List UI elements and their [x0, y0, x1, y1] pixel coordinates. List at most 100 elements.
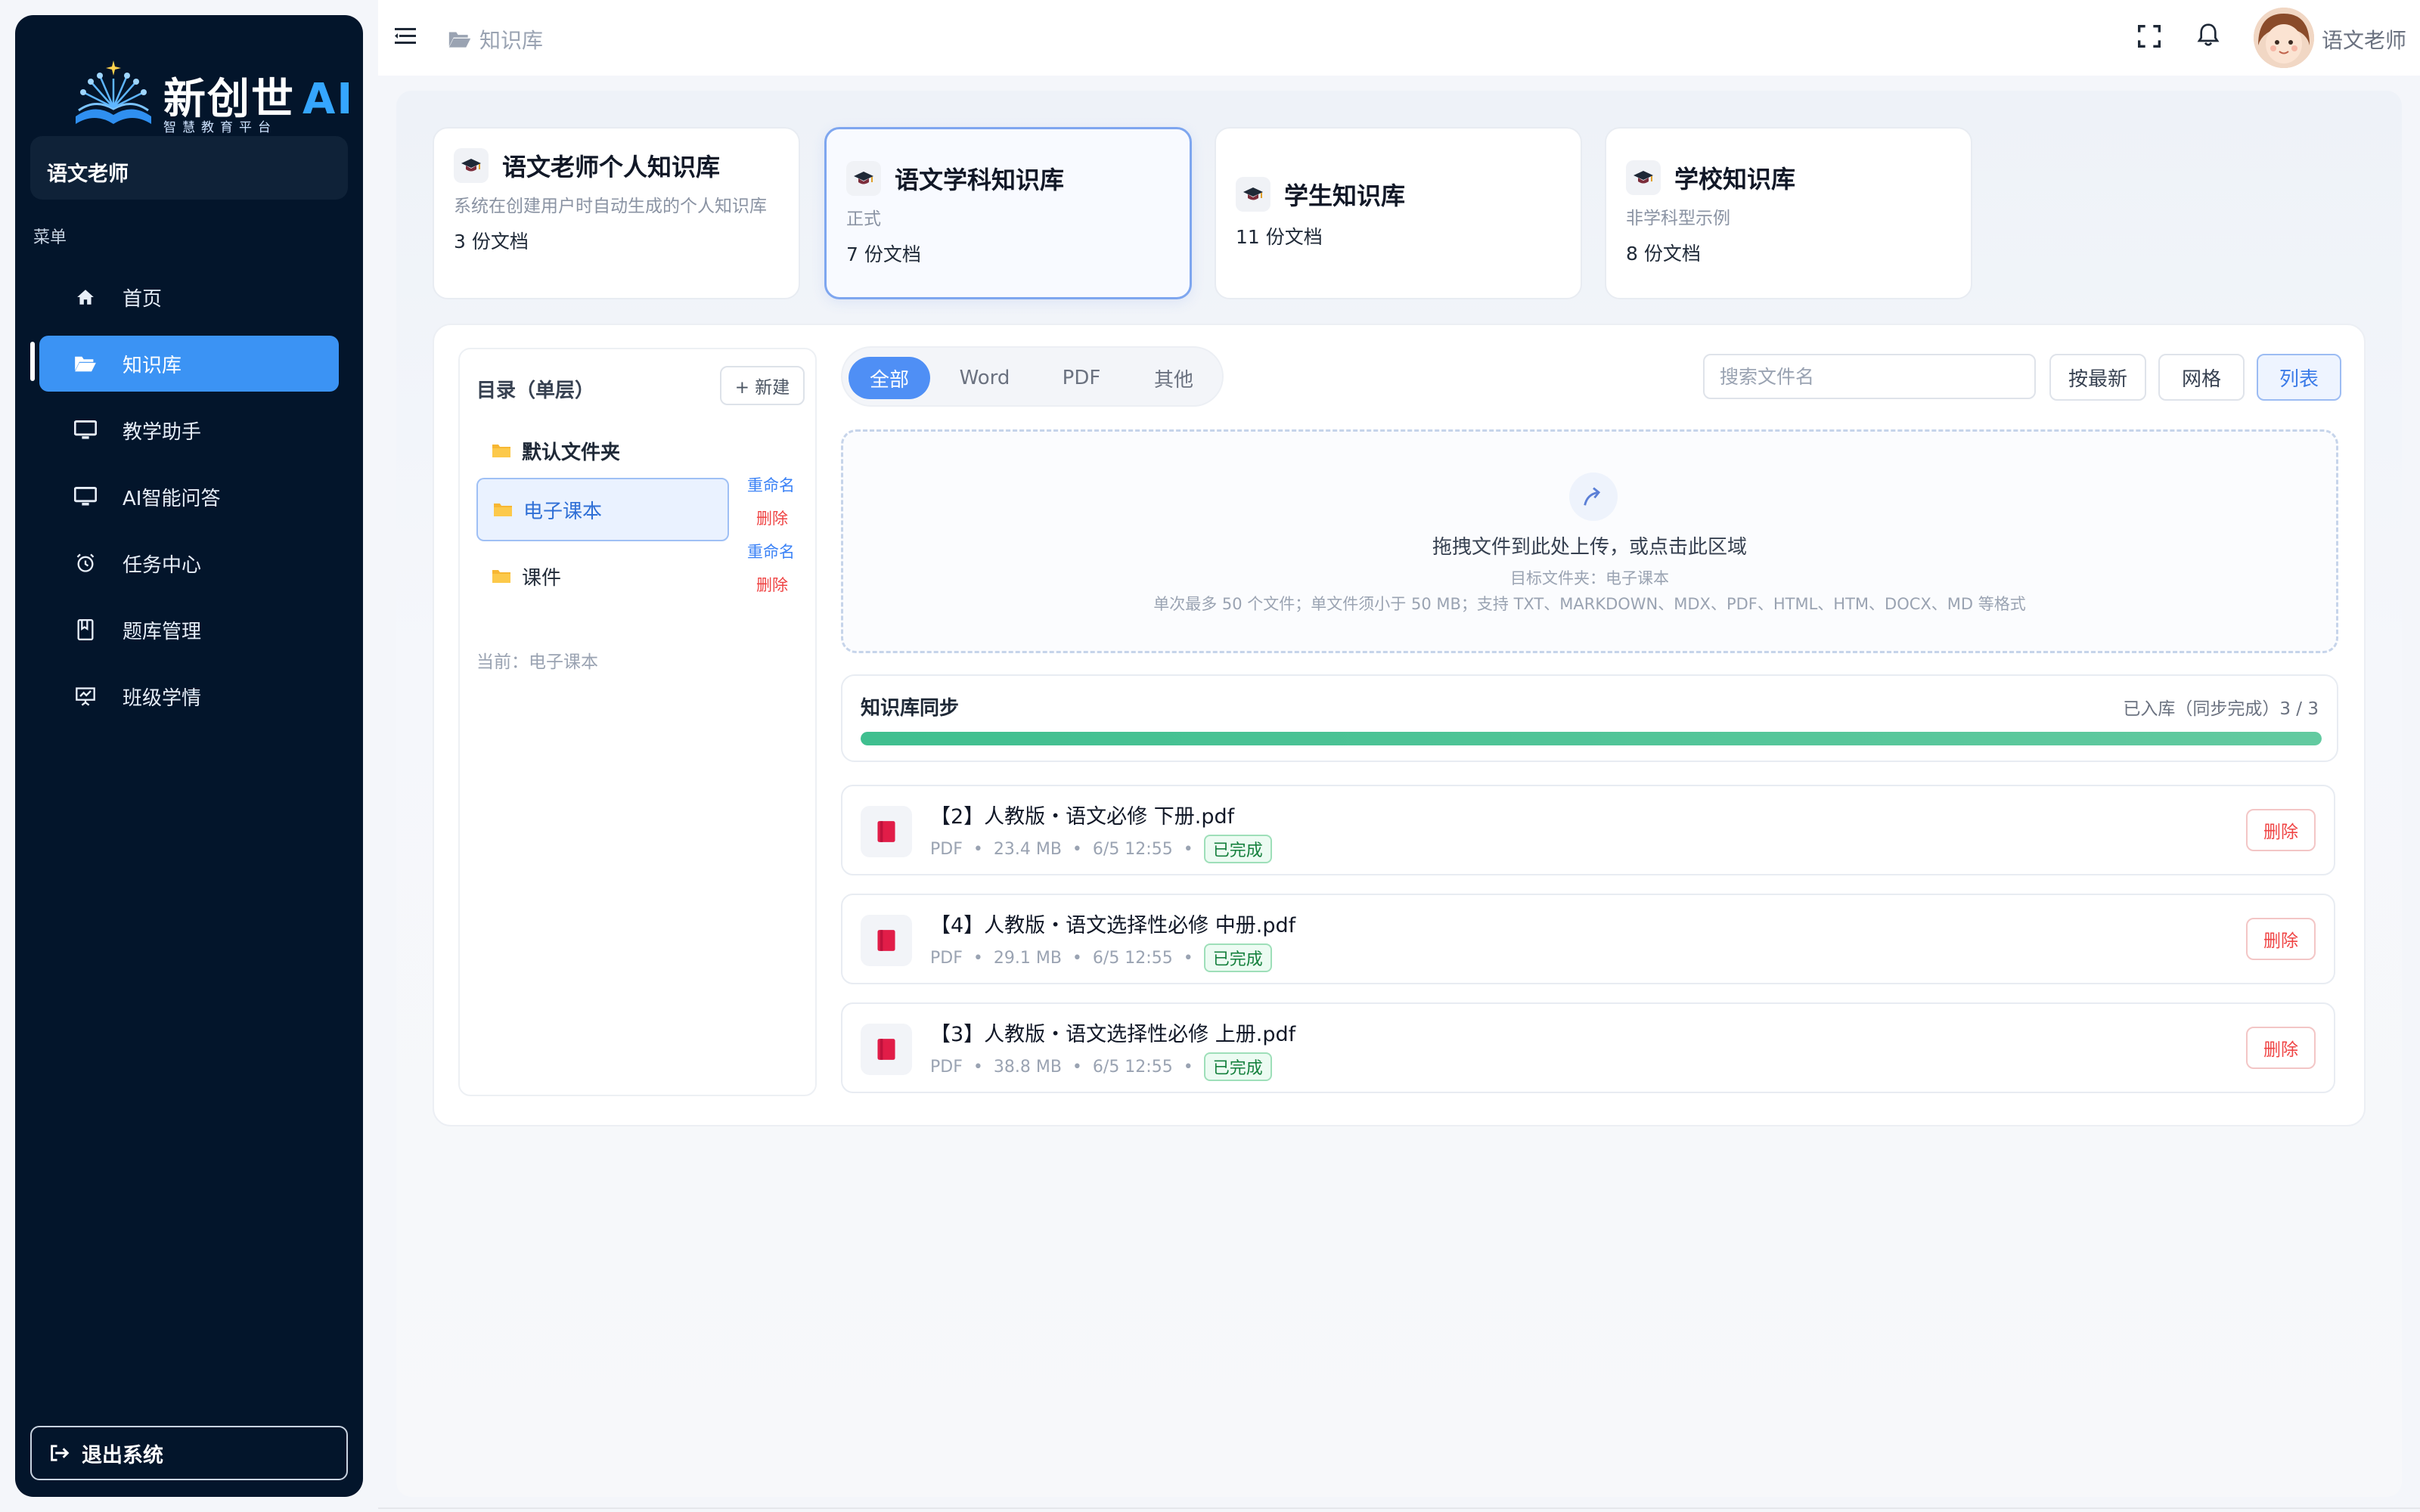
upload-target-text: 目标文件夹：电子课本 — [1510, 569, 1669, 587]
kb-card-title: 语文老师个人知识库 — [454, 148, 779, 183]
status-badge: 已完成 — [1203, 835, 1272, 863]
bell-icon[interactable] — [2196, 21, 2220, 51]
delete-file-button[interactable]: 删除 — [2246, 918, 2316, 960]
sync-progress-bar — [861, 732, 2322, 745]
kb-card-desc: 系统在创建用户时自动生成的个人知识库 — [454, 197, 767, 216]
sync-panel: 知识库同步 已入库（同步完成）3 / 3 — [841, 674, 2338, 762]
graduation-cap-icon — [454, 148, 489, 183]
graduation-cap-icon — [846, 161, 881, 196]
sidebar-item-ai-qa[interactable]: AI智能问答 — [39, 469, 339, 525]
kb-card-school[interactable]: 学校知识库 非学科型示例 8 份文档 — [1605, 127, 1972, 299]
bottom-divider — [378, 1507, 2420, 1509]
file-date: 6/5 12:55 — [1092, 839, 1173, 859]
header-user-name[interactable]: 语文老师 — [2322, 24, 2406, 54]
logo-subtitle: 智慧教育平台 — [163, 120, 277, 135]
sidebar-item-task-center[interactable]: 任务中心 — [39, 535, 339, 591]
folder-item[interactable]: 默认文件夹 — [476, 419, 729, 482]
rename-folder-button[interactable]: 重命名 — [747, 473, 795, 496]
menu-label: 菜单 — [33, 228, 67, 247]
logout-button[interactable]: 退出系统 — [30, 1426, 348, 1480]
upload-main-text: 拖拽文件到此处上传，或点击此区域 — [1432, 536, 1747, 559]
folder-item[interactable]: 课件 — [476, 544, 729, 608]
monitor-icon — [73, 417, 98, 443]
file-row[interactable]: 【3】人教版・语文选择性必修 上册.pdf PDF • 38.8 MB • 6/5 … — [841, 1002, 2335, 1093]
sidebar-item-class-analytics[interactable]: 班级学情 — [39, 668, 339, 724]
sidebar-item-label: 题库管理 — [123, 620, 202, 643]
kb-card-count: 7 份文档 — [846, 243, 921, 265]
file-name: 【4】人教版・语文选择性必修 中册.pdf — [930, 914, 1296, 937]
sidebar-item-question-bank[interactable]: 题库管理 — [39, 602, 339, 658]
directory-title: 目录（单层） — [476, 380, 595, 402]
file-type: PDF — [930, 948, 963, 968]
search-input[interactable] — [1703, 354, 2036, 399]
rename-folder-button[interactable]: 重命名 — [747, 540, 795, 562]
file-meta: PDF • 29.1 MB • 6/5 12:55 • 已完成 — [930, 943, 1272, 972]
status-badge: 已完成 — [1203, 1052, 1272, 1081]
avatar[interactable] — [2254, 8, 2314, 68]
list-view-button[interactable]: 列表 — [2257, 354, 2341, 401]
book-icon — [73, 617, 98, 643]
delete-file-button[interactable]: 删除 — [2246, 809, 2316, 851]
folder-icon — [492, 442, 511, 459]
sync-status: 已入库（同步完成）3 / 3 — [2123, 699, 2319, 719]
folder-item-active[interactable]: 电子课本 — [476, 478, 729, 541]
kb-card-count: 11 份文档 — [1236, 226, 1323, 248]
sidebar-item-label: 任务中心 — [123, 553, 202, 577]
menu-toggle-icon[interactable] — [395, 27, 416, 48]
file-type: PDF — [930, 1057, 963, 1077]
sidebar-item-home[interactable]: 首页 — [39, 269, 339, 325]
kb-card-title: 语文学科知识库 — [846, 161, 1170, 196]
kb-card-chinese-subject[interactable]: 语文学科知识库 正式 7 份文档 — [824, 127, 1192, 299]
logout-label: 退出系统 — [82, 1443, 163, 1467]
upload-hint-text: 单次最多 50 个文件；单文件须小于 50 MB；支持 TXT、MARKDOWN… — [1153, 595, 2026, 613]
upload-dropzone[interactable]: 拖拽文件到此处上传，或点击此区域 目标文件夹：电子课本 单次最多 50 个文件；… — [841, 429, 2338, 653]
graduation-cap-icon — [1626, 160, 1661, 195]
tab-other[interactable]: 其他 — [1133, 357, 1215, 399]
new-folder-button[interactable]: + 新建 — [720, 366, 805, 405]
fullscreen-icon[interactable] — [2137, 24, 2161, 51]
pdf-file-icon — [861, 806, 912, 857]
pdf-file-icon — [861, 1024, 912, 1075]
kb-card-student[interactable]: 学生知识库 11 份文档 — [1215, 127, 1582, 299]
upload-icon — [1569, 472, 1618, 521]
sidebar-item-label: 首页 — [123, 287, 163, 311]
top-bar: 知识库 语文老师 — [378, 0, 2420, 76]
file-row[interactable]: 【4】人教版・语文选择性必修 中册.pdf PDF • 29.1 MB • 6/5 … — [841, 894, 2335, 984]
file-type: PDF — [930, 839, 963, 859]
kb-card-personal[interactable]: 语文老师个人知识库 系统在创建用户时自动生成的个人知识库 3 份文档 — [433, 127, 800, 299]
logout-icon — [48, 1442, 71, 1464]
file-row[interactable]: 【2】人教版・语文必修 下册.pdf PDF • 23.4 MB • 6/5 12:… — [841, 785, 2335, 875]
file-size: 29.1 MB — [993, 948, 1062, 968]
delete-folder-button[interactable]: 删除 — [756, 573, 788, 596]
graduation-cap-icon — [1236, 177, 1270, 212]
sidebar-item-label: AI智能问答 — [123, 487, 221, 510]
delete-file-button[interactable]: 删除 — [2246, 1027, 2316, 1069]
sidebar-item-knowledge-base[interactable]: 知识库 — [39, 336, 339, 392]
logo: 新创世 AI 智慧教育平台 — [60, 42, 352, 141]
tab-all[interactable]: 全部 — [849, 357, 930, 399]
file-size: 23.4 MB — [993, 839, 1062, 859]
home-icon — [73, 284, 98, 310]
sync-title: 知识库同步 — [861, 697, 960, 720]
breadcrumb-label: 知识库 — [479, 28, 544, 53]
file-name: 【3】人教版・语文选择性必修 上册.pdf — [930, 1023, 1296, 1046]
monitor-icon — [73, 484, 98, 510]
sidebar-item-teaching-assistant[interactable]: 教学助手 — [39, 402, 339, 458]
current-folder-label: 当前：电子课本 — [476, 652, 598, 672]
logo-book-icon — [76, 60, 151, 124]
directory-panel: 目录（单层） + 新建 默认文件夹 电子课本 重命名 删除 课件 重命名 删除 … — [458, 348, 817, 1096]
kb-card-count: 3 份文档 — [454, 231, 529, 253]
file-size: 38.8 MB — [993, 1057, 1062, 1077]
kb-card-desc: 正式 — [846, 209, 881, 229]
tab-pdf[interactable]: PDF — [1041, 357, 1122, 399]
file-type-tabs: 全部 Word PDF 其他 — [841, 346, 1224, 407]
breadcrumb: 知识库 — [448, 24, 543, 54]
tab-word[interactable]: Word — [942, 357, 1027, 399]
delete-folder-button[interactable]: 删除 — [756, 507, 788, 529]
grid-view-button[interactable]: 网格 — [2158, 354, 2245, 401]
sort-latest-button[interactable]: 按最新 — [2049, 354, 2146, 401]
sidebar-item-label: 知识库 — [123, 354, 182, 377]
content-panel: 目录（单层） + 新建 默认文件夹 电子课本 重命名 删除 课件 重命名 删除 … — [433, 324, 2366, 1126]
file-name: 【2】人教版・语文必修 下册.pdf — [930, 805, 1235, 829]
kb-card-desc: 非学科型示例 — [1626, 209, 1730, 228]
